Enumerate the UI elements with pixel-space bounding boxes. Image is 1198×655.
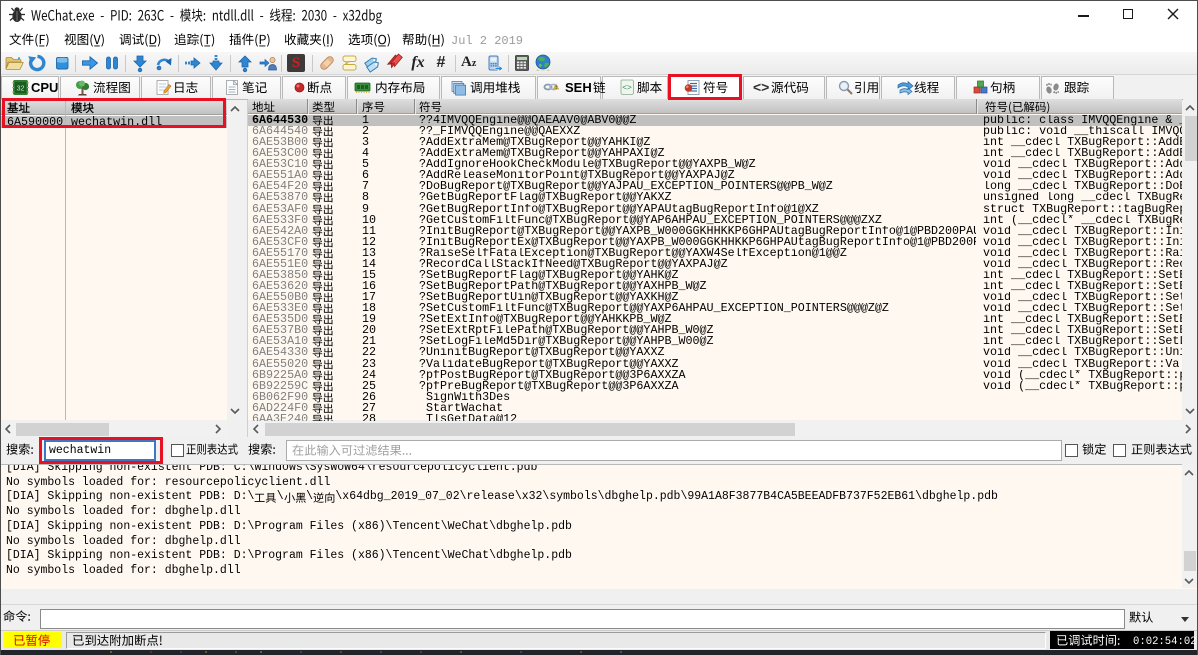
svg-text:<>: <> bbox=[622, 84, 632, 93]
svg-text:32: 32 bbox=[17, 86, 25, 93]
